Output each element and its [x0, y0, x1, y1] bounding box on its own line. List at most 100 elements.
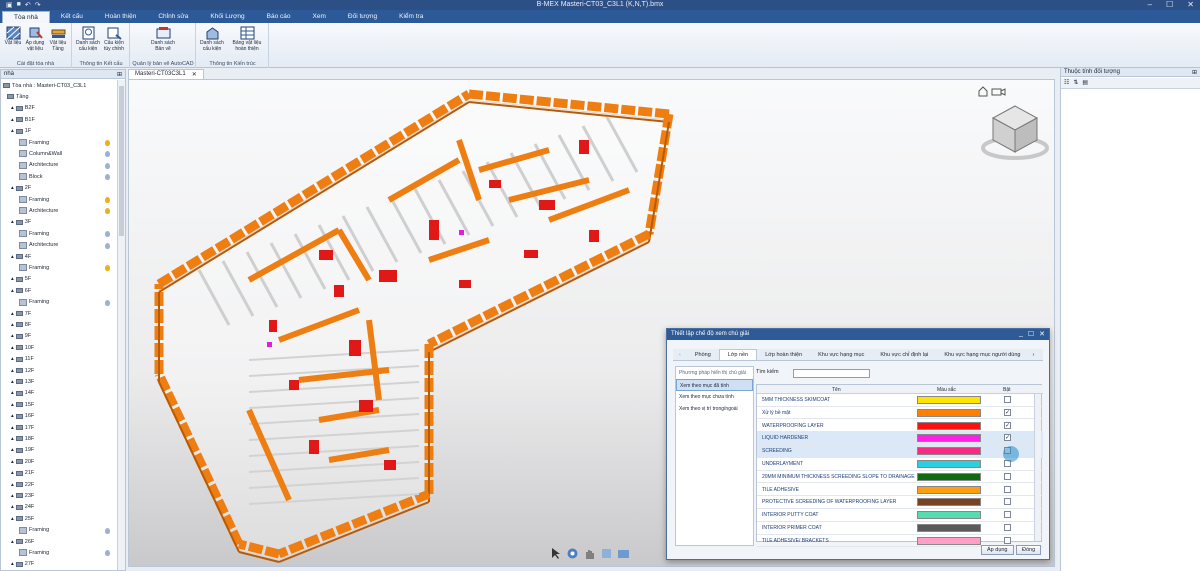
apply-button[interactable]: Áp dụng	[981, 545, 1014, 555]
legend-row[interactable]: PROTECTIVE SCREEDING OF WATERPROOFING LA…	[757, 496, 1043, 510]
legend-enable-checkbox[interactable]: ✓	[1004, 421, 1011, 429]
categorized-icon[interactable]: ☷	[1064, 79, 1069, 87]
tab-ket-cau[interactable]: Kết cấu	[50, 11, 94, 23]
tree-layer-item[interactable]: Column&Wall	[19, 148, 62, 159]
tree-layer-item[interactable]: Architecture	[19, 160, 58, 171]
pin-icon[interactable]: ⊞	[117, 71, 122, 78]
tree-floor-item[interactable]: ▴ 18F	[11, 433, 34, 444]
tree-floor-item[interactable]: ▴ 15F	[11, 399, 34, 410]
tab-xem[interactable]: Xem	[302, 11, 337, 23]
drawing-list-button[interactable]: Danh sách Bản vẽ	[151, 26, 175, 52]
tree-floor-item[interactable]: ▴ 22F	[11, 479, 34, 490]
tree-layer-item[interactable]: Architecture	[19, 240, 58, 251]
expand-icon[interactable]: ▴	[11, 333, 14, 339]
expand-icon[interactable]: ▴	[11, 516, 14, 522]
tree-floor-item[interactable]: Tòa nhà : Masteri-CT03_C3L1	[3, 80, 86, 91]
dialog-tab-khu-vuc-chi-dinh-lai[interactable]: Khu vực chỉ định lại	[872, 352, 936, 358]
legend-row[interactable]: 20MM MINIMUM THICKNESS SCREEDING SLOPE T…	[757, 471, 1043, 484]
legend-row[interactable]: UNDERLAYMENT	[757, 458, 1043, 471]
tree-floor-item[interactable]: ▴ 1F	[11, 126, 31, 137]
tab-doi-tuong[interactable]: Đối tượng	[337, 11, 388, 23]
tree-floor-item[interactable]: ▴ 10F	[11, 342, 34, 353]
visibility-bulb-icon[interactable]	[105, 265, 110, 272]
tree-floor-item[interactable]: ▴ 23F	[11, 490, 34, 501]
legend-row[interactable]: INTERIOR PRIMER COAT	[757, 522, 1043, 535]
legend-enable-checkbox[interactable]	[1004, 536, 1011, 544]
tab-kiem-tra[interactable]: Kiểm tra	[388, 11, 434, 23]
visibility-bulb-icon[interactable]	[105, 162, 110, 169]
custom-component-button[interactable]: Cấu kiện tùy chỉnh	[102, 26, 126, 52]
legend-enable-checkbox[interactable]	[1004, 485, 1011, 493]
tree-floor-item[interactable]: ▴ 21F	[11, 468, 34, 479]
tree-floor-item[interactable]: ▴ 24F	[11, 502, 34, 513]
expand-icon[interactable]: ▴	[11, 402, 14, 408]
orbit-icon[interactable]	[566, 547, 579, 560]
tab-hoan-thien[interactable]: Hoàn thiện	[94, 11, 147, 23]
tree-floor-item[interactable]: ▴ 3F	[11, 217, 31, 228]
tree-floor-item[interactable]: ▴ 16F	[11, 411, 34, 422]
tree-floor-item[interactable]: Tầng	[7, 91, 29, 102]
pin-icon[interactable]: ⊞	[1192, 69, 1197, 76]
structure-component-list-button[interactable]: Danh sách cấu kiện	[76, 26, 100, 52]
tree-floor-item[interactable]: ▴ 11F	[11, 354, 34, 365]
expand-icon[interactable]: ▴	[11, 128, 14, 134]
legend-enable-checkbox[interactable]	[1004, 472, 1011, 480]
expand-icon[interactable]: ▴	[11, 356, 14, 362]
legend-color-swatch[interactable]	[917, 472, 981, 481]
legend-color-swatch[interactable]	[917, 408, 981, 417]
expand-icon[interactable]: ▴	[11, 288, 14, 294]
dialog-tab-phong[interactable]: Phòng	[687, 352, 719, 358]
expand-icon[interactable]: ▴	[11, 322, 14, 328]
tree-floor-item[interactable]: ▴ 8F	[11, 319, 31, 330]
tree-floor-item[interactable]: ▴ 13F	[11, 376, 34, 387]
legend-enable-checkbox[interactable]: ✓	[1004, 408, 1011, 416]
tree-layer-item[interactable]: Framing	[19, 262, 49, 273]
expand-icon[interactable]: ▴	[11, 436, 14, 442]
visibility-bulb-icon[interactable]	[105, 231, 110, 238]
legend-row[interactable]: INTERIOR PUTTY COAT	[757, 509, 1043, 522]
expand-icon[interactable]: ▴	[11, 425, 14, 431]
home-icon[interactable]	[978, 86, 988, 97]
tree-floor-item[interactable]: ▴ B2F	[11, 103, 35, 114]
expand-icon[interactable]: ▴	[11, 276, 14, 282]
legend-row[interactable]: SCREEDING	[757, 445, 1043, 458]
tree-floor-item[interactable]: ▴ 26F	[11, 536, 34, 547]
tree-floor-item[interactable]: ▴ 4F	[11, 251, 31, 262]
legend-row[interactable]: LIQUID HARDENER ✓	[757, 432, 1043, 446]
dialog-tab-khu-vuc-hang-muc[interactable]: Khu vực hạng mục	[810, 352, 872, 358]
tree-layer-item[interactable]: Framing	[19, 194, 49, 205]
tree-layer-item[interactable]: Block	[19, 171, 42, 182]
legend-color-swatch[interactable]	[917, 511, 981, 520]
expand-icon[interactable]: ▴	[11, 219, 14, 225]
apply-material-button[interactable]: Áp dụng vật liệu	[23, 26, 47, 52]
legend-enable-checkbox[interactable]	[1004, 498, 1011, 506]
visibility-bulb-icon[interactable]	[105, 299, 110, 306]
tab-bao-cao[interactable]: Báo cáo	[256, 11, 302, 23]
legend-row[interactable]: Xử lý bề mặt ✓	[757, 407, 1043, 420]
expand-icon[interactable]: ▴	[11, 345, 14, 351]
legend-color-swatch[interactable]	[917, 498, 981, 507]
view-by-inside-outside[interactable]: Xem theo vị trí trong/ngoài	[676, 403, 753, 415]
tree-floor-item[interactable]: ▴ 2F	[11, 183, 31, 194]
legend-row[interactable]: WATERPROOFING LAYER ✓	[757, 420, 1043, 433]
dialog-close-button[interactable]: ✕	[1039, 330, 1045, 338]
legend-color-swatch[interactable]	[917, 396, 981, 404]
visibility-bulb-icon[interactable]	[105, 197, 110, 203]
tree-floor-item[interactable]: ▴ 7F	[11, 308, 31, 319]
visibility-bulb-icon[interactable]	[105, 151, 110, 158]
tree-floor-item[interactable]: ▴ 19F	[11, 445, 34, 456]
finish-material-table-button[interactable]: Bảng vật liệu hoàn thiện	[229, 26, 265, 52]
tree-floor-item[interactable]: ▴ B1F	[11, 114, 35, 125]
expand-icon[interactable]: ▴	[11, 459, 14, 465]
legend-row[interactable]: TILE ADHESIVE	[757, 484, 1043, 497]
tree-floor-item[interactable]: ▴ 6F	[11, 285, 31, 296]
expand-icon[interactable]: ▴	[11, 504, 14, 510]
view-by-uncalculated-item[interactable]: Xem theo mục chưa tính	[676, 391, 753, 403]
tree-layer-item[interactable]: Framing	[19, 228, 49, 239]
tree-floor-item[interactable]: ▴ 12F	[11, 365, 34, 376]
tab-scroll-right-icon[interactable]: ›	[1028, 352, 1038, 358]
tree-layer-item[interactable]: Architecture	[19, 205, 58, 216]
arch-component-list-button[interactable]: Danh sách cấu kiện	[200, 26, 224, 52]
expand-icon[interactable]: ▴	[11, 413, 14, 419]
close-button[interactable]: ✕	[1187, 0, 1194, 9]
